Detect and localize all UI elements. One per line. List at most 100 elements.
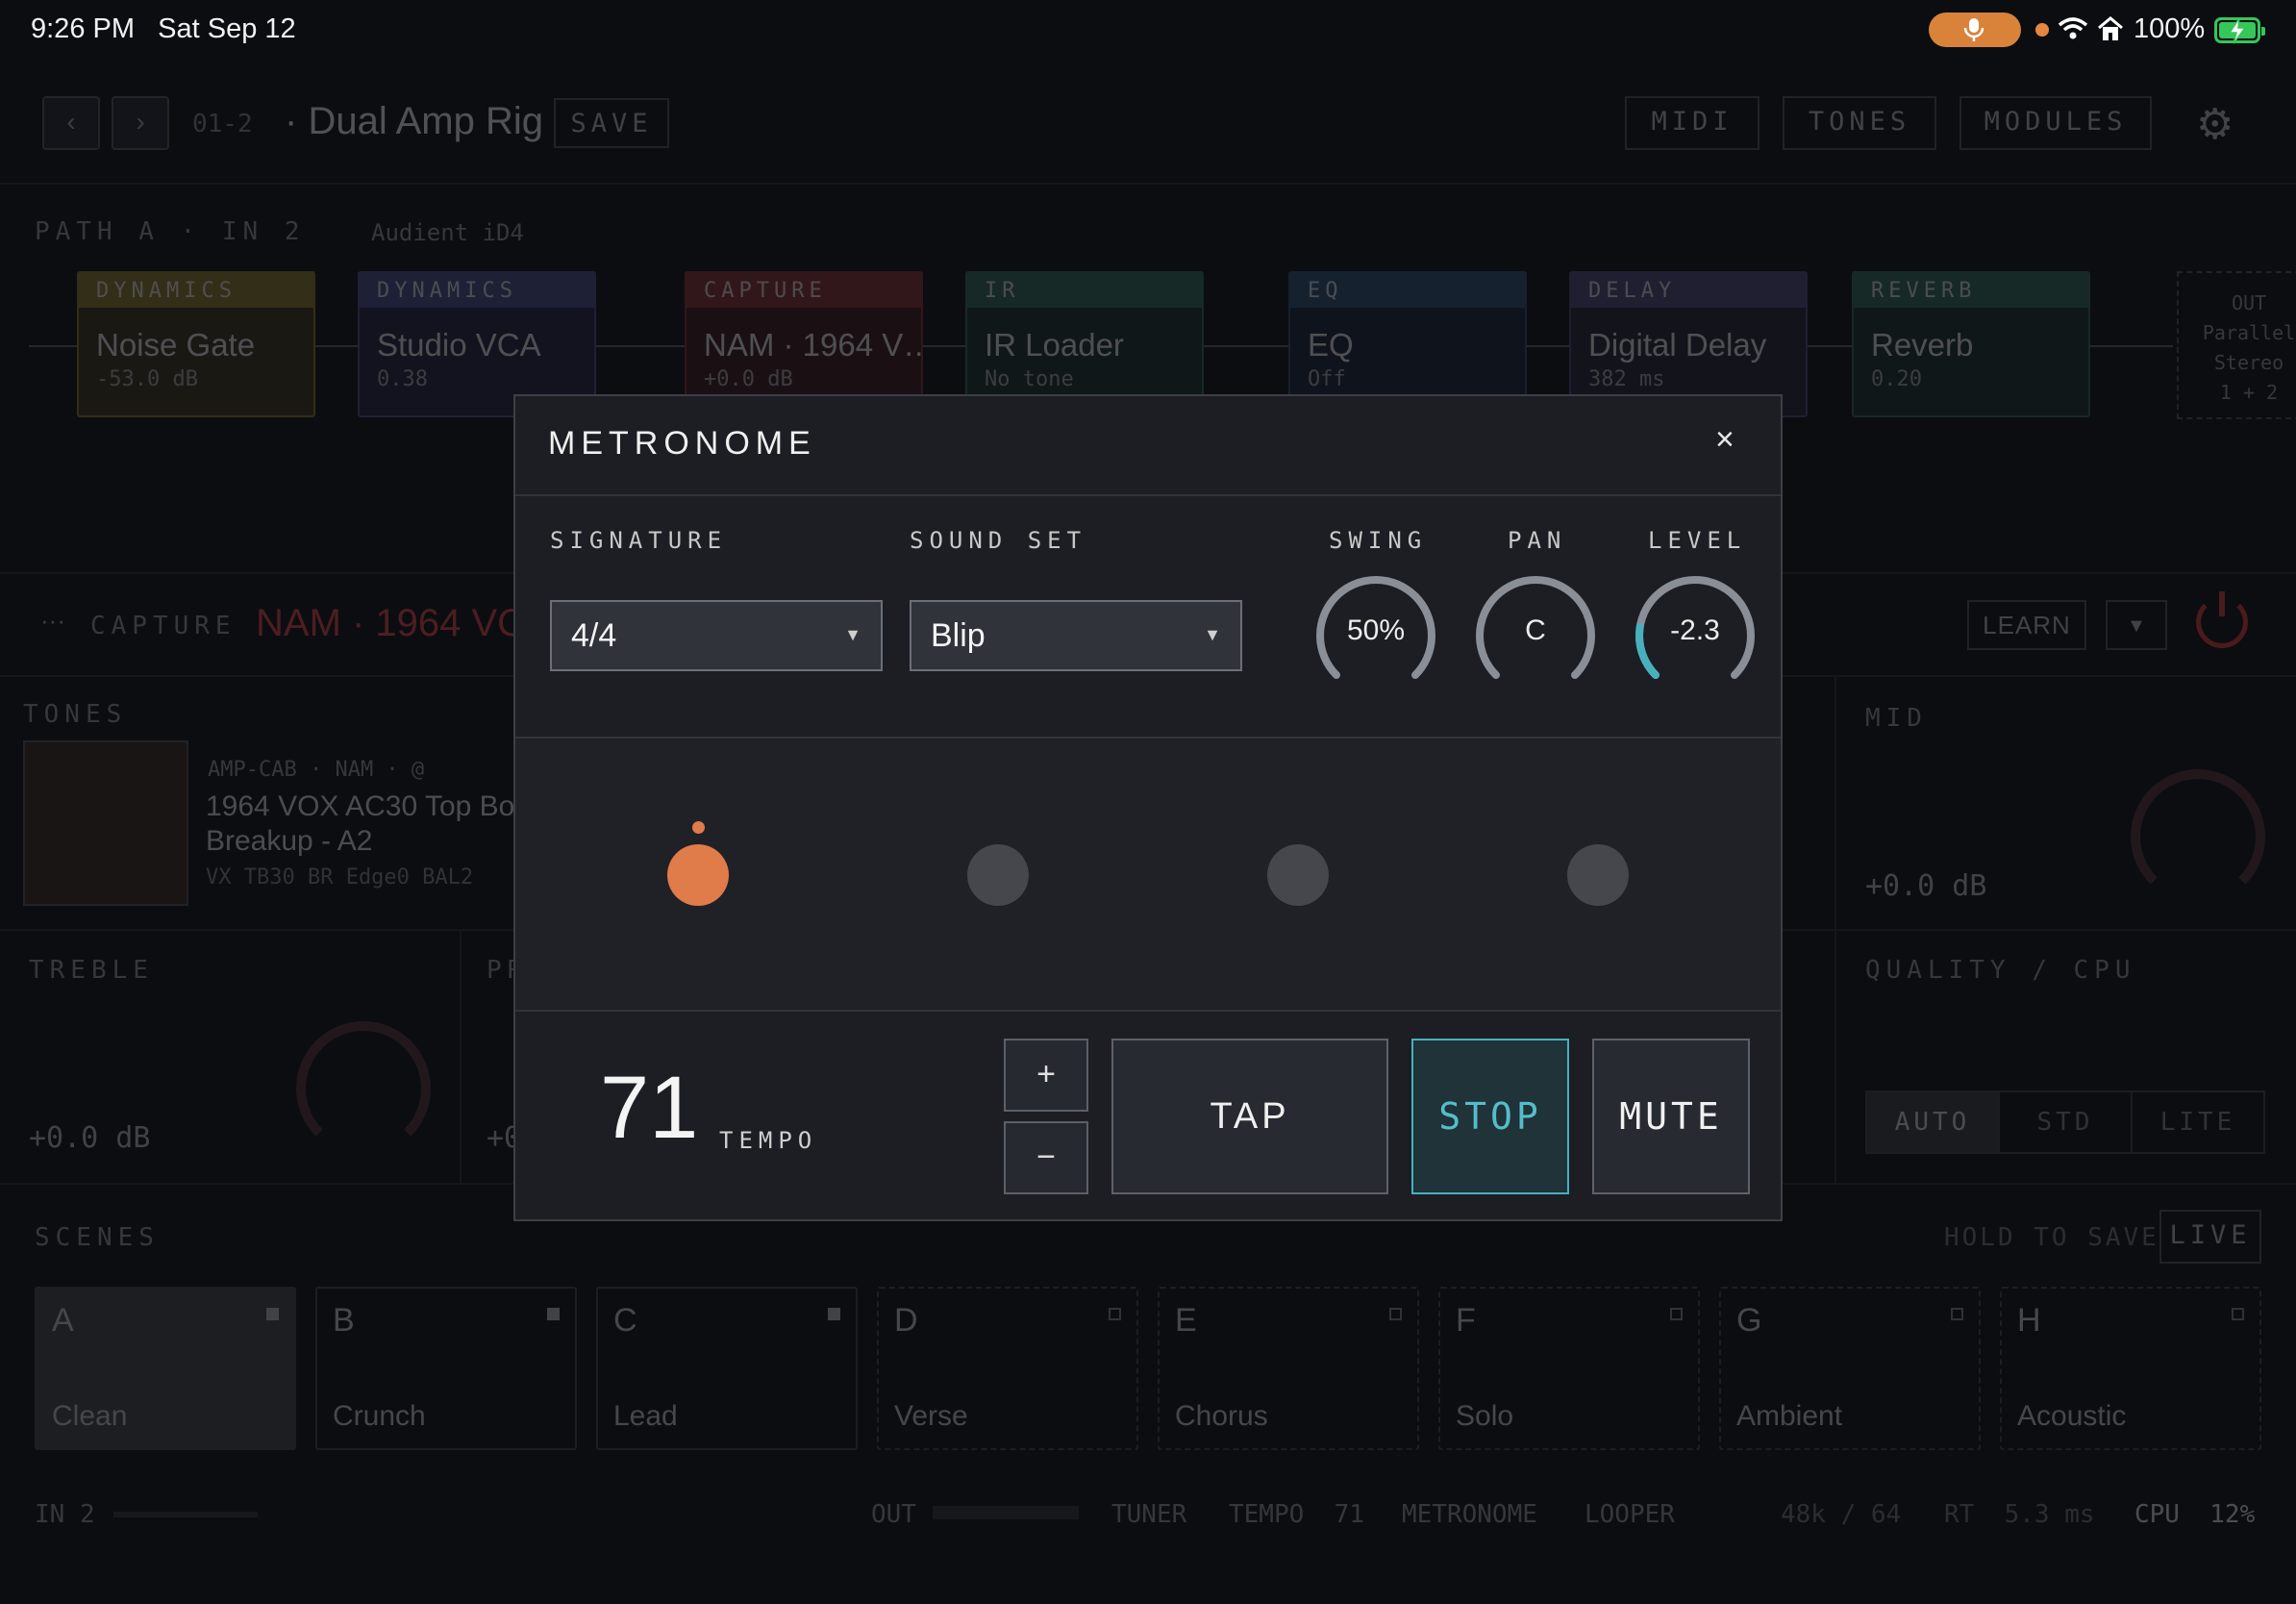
- module-0[interactable]: DYNAMICS Noise Gate -53.0 dB: [77, 271, 315, 417]
- midi-button[interactable]: MIDI: [1625, 96, 1759, 150]
- module-value: 0.38: [377, 367, 428, 391]
- module-category: CAPTURE: [686, 273, 921, 308]
- save-button[interactable]: SAVE: [554, 98, 669, 148]
- scene-d[interactable]: D Verse: [877, 1287, 1138, 1450]
- module-name: Reverb: [1871, 327, 1974, 363]
- module-category: EQ: [1290, 273, 1525, 308]
- pan-label: PAN: [1508, 527, 1567, 554]
- chevron-down-icon: ▼: [844, 625, 861, 644]
- prev-preset-button[interactable]: ‹: [42, 96, 100, 150]
- scene-letter: H: [2017, 1302, 2041, 1339]
- tone-thumbnail[interactable]: [23, 740, 188, 906]
- footer-in: IN 2: [35, 1500, 95, 1529]
- output-node[interactable]: OUT Parallel Stereo 1 + 2: [2177, 271, 2296, 419]
- power-icon[interactable]: [2196, 591, 2248, 648]
- scene-c[interactable]: C Lead: [596, 1287, 858, 1450]
- beat-indicator-3: [1267, 844, 1329, 906]
- pan-knob[interactable]: C: [1471, 571, 1600, 700]
- signature-label: SIGNATURE: [550, 527, 728, 554]
- capture-dropdown-icon[interactable]: ▼: [2106, 600, 2167, 650]
- footer-metronome[interactable]: METRONOME: [1402, 1500, 1537, 1529]
- tempo-decrement-button[interactable]: −: [1004, 1121, 1088, 1194]
- module-name: IR Loader: [985, 327, 1124, 363]
- beat-indicator-2: [967, 844, 1029, 906]
- close-button[interactable]: ×: [1715, 421, 1734, 459]
- scene-g[interactable]: G Ambient: [1719, 1287, 1981, 1450]
- module-value: No tone: [985, 367, 1074, 391]
- module-value: Off: [1308, 367, 1346, 391]
- tone-name-line2: Breakup - A2: [206, 825, 373, 857]
- scene-h[interactable]: H Acoustic: [2000, 1287, 2261, 1450]
- tap-button[interactable]: TAP: [1111, 1039, 1388, 1194]
- preset-name: · Dual Amp Rig: [285, 100, 543, 142]
- live-button[interactable]: LIVE: [2159, 1210, 2261, 1264]
- scene-f[interactable]: F Solo: [1438, 1287, 1700, 1450]
- footer-tempo[interactable]: TEMPO 71: [1229, 1500, 1364, 1529]
- tones-button[interactable]: TONES: [1783, 96, 1936, 150]
- scene-name: Lead: [613, 1400, 678, 1432]
- beat-indicator-1: [667, 844, 729, 906]
- scene-indicator-icon: [2232, 1308, 2244, 1320]
- quality-segmented-control[interactable]: AUTO STD LITE: [1865, 1090, 2265, 1154]
- device-label: Audient iD4: [371, 219, 524, 246]
- quality-auto[interactable]: AUTO: [1867, 1092, 1998, 1152]
- treble-knob[interactable]: [296, 1021, 431, 1156]
- module-name: EQ: [1308, 327, 1354, 363]
- footer-rate: 48k / 64: [1781, 1500, 1902, 1529]
- footer-out: OUT: [871, 1500, 916, 1529]
- tone-name: 1964 VOX AC30 Top Bo: [206, 790, 515, 822]
- footer-looper[interactable]: LOOPER: [1585, 1500, 1675, 1529]
- chevron-down-icon: ▼: [1204, 625, 1221, 644]
- capture-label: CAPTURE: [90, 612, 237, 640]
- tone-sub: VX TB30 BR Edge0 BAL2: [206, 865, 474, 890]
- mid-value: +0.0 dB: [1865, 869, 1987, 903]
- module-value: 382 ms: [1588, 367, 1665, 391]
- level-label: LEVEL: [1648, 527, 1747, 554]
- scene-name: Acoustic: [2017, 1400, 2127, 1432]
- module-name: Noise Gate: [96, 327, 256, 363]
- scene-a[interactable]: A Clean: [35, 1287, 296, 1450]
- scene-letter: A: [52, 1302, 74, 1339]
- footer-rt: RT 5.3 ms: [1944, 1500, 2095, 1529]
- capture-title: NAM · 1964 VOX: [256, 602, 554, 644]
- quality-lite[interactable]: LITE: [2131, 1092, 2263, 1152]
- signature-select[interactable]: 4/4 ▼: [550, 600, 883, 671]
- scene-indicator-icon: [1109, 1308, 1121, 1320]
- settings-gear-icon[interactable]: ⚙: [2196, 100, 2234, 149]
- stop-button[interactable]: STOP: [1411, 1039, 1569, 1194]
- scene-b[interactable]: B Crunch: [315, 1287, 577, 1450]
- module-6[interactable]: REVERB Reverb 0.20: [1852, 271, 2090, 417]
- quality-label: QUALITY / CPU: [1865, 956, 2136, 985]
- footer-tuner[interactable]: TUNER: [1111, 1500, 1186, 1529]
- modules-button[interactable]: MODULES: [1959, 96, 2152, 150]
- mid-label: MID: [1865, 704, 1928, 733]
- preset-index: 01-2: [192, 110, 253, 138]
- scene-letter: F: [1456, 1302, 1476, 1339]
- scene-letter: E: [1175, 1302, 1197, 1339]
- capture-menu-icon[interactable]: ···: [40, 606, 65, 636]
- quality-std[interactable]: STD: [1998, 1092, 2131, 1152]
- scene-indicator-icon: [828, 1308, 840, 1320]
- level-knob[interactable]: -2.3: [1631, 571, 1759, 700]
- learn-button[interactable]: LEARN: [1967, 600, 2086, 650]
- sound-set-select[interactable]: Blip ▼: [910, 600, 1242, 671]
- scene-letter: C: [613, 1302, 637, 1339]
- mid-knob[interactable]: [2131, 769, 2265, 904]
- swing-knob[interactable]: 50%: [1311, 571, 1440, 700]
- treble-label: TREBLE: [29, 956, 154, 985]
- scene-e[interactable]: E Chorus: [1158, 1287, 1419, 1450]
- module-value: 0.20: [1871, 367, 1922, 391]
- tones-label: TONES: [23, 700, 128, 729]
- mute-button[interactable]: MUTE: [1592, 1039, 1750, 1194]
- tempo-value: 71: [600, 1059, 699, 1157]
- tempo-increment-button[interactable]: +: [1004, 1039, 1088, 1112]
- module-category: IR: [967, 273, 1202, 308]
- scene-letter: D: [894, 1302, 918, 1339]
- scene-name: Clean: [52, 1400, 128, 1432]
- next-preset-button[interactable]: ›: [112, 96, 169, 150]
- module-name: NAM · 1964 V…: [704, 327, 921, 363]
- module-value: -53.0 dB: [96, 367, 198, 391]
- sound-set-label: SOUND SET: [910, 527, 1087, 554]
- scene-name: Crunch: [333, 1400, 426, 1432]
- tone-meta: AMP-CAB · NAM · @: [208, 758, 425, 782]
